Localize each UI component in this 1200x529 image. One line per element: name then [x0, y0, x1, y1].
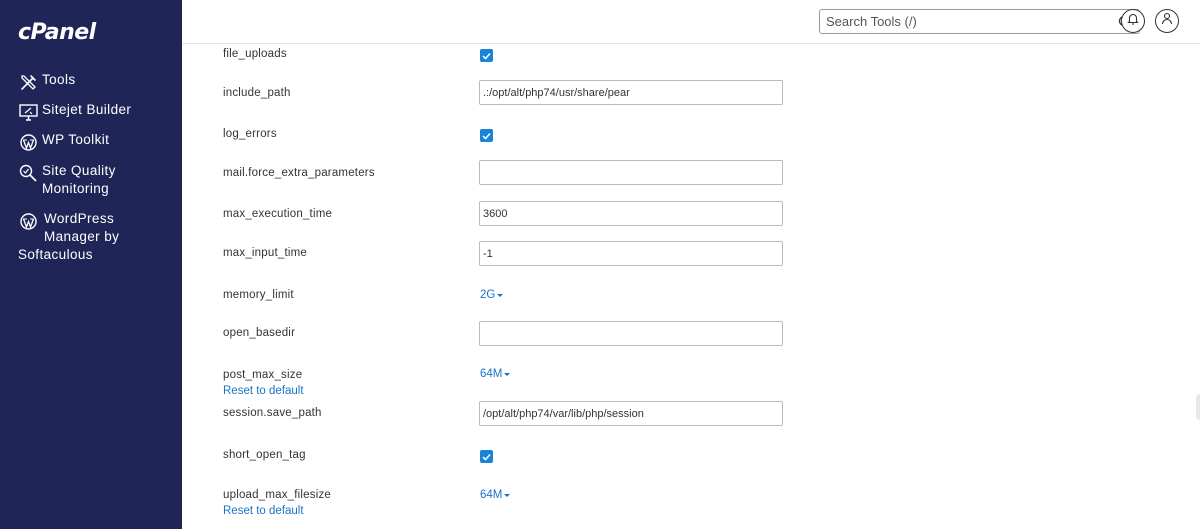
setting-label: short_open_tag: [223, 449, 306, 461]
session-save-path-input[interactable]: [479, 401, 783, 426]
sidebar-item-label: WP Toolkit: [42, 132, 110, 147]
dropdown-value: 2G: [480, 289, 496, 301]
quality-search-icon: [18, 163, 38, 183]
sidebar-item-wordpress-manager[interactable]: WordPress Manager by Softaculous: [0, 210, 131, 264]
sidebar-item-tools[interactable]: Tools: [0, 71, 88, 92]
wordpress-icon: [18, 211, 38, 231]
sidebar-item-wp-toolkit[interactable]: WP Toolkit: [0, 131, 121, 152]
post-max-size-reset-link[interactable]: Reset to default: [223, 385, 304, 397]
sidebar-item-label: WordPress Manager by Softaculous: [18, 210, 120, 264]
search-input[interactable]: [820, 10, 1115, 33]
mail-force-extra-parameters-input[interactable]: [479, 160, 783, 185]
sidebar-item-label-line: Manager by: [44, 229, 120, 244]
sidebar-item-sitejet-builder[interactable]: Sitejet Builder: [0, 101, 143, 122]
user-icon: [1161, 12, 1173, 30]
log-errors-checkbox[interactable]: [480, 129, 493, 142]
setting-label: max_input_time: [223, 247, 307, 259]
checkmark-icon: [482, 52, 491, 60]
notifications-button[interactable]: [1121, 9, 1145, 33]
post-max-size-dropdown[interactable]: 64M: [480, 368, 511, 380]
dropdown-value: 64M: [480, 489, 503, 501]
sidebar-item-label: Site Quality Monitoring: [42, 163, 116, 196]
sidebar-item-label-line: WordPress: [44, 211, 115, 226]
setting-label: max_execution_time: [223, 208, 333, 220]
include-path-input[interactable]: [479, 80, 783, 105]
tools-icon: [18, 72, 38, 92]
monitor-icon: [18, 102, 38, 122]
sidebar: cPanel Tools Sitejet Builder WP Toolkit …: [0, 0, 182, 529]
setting-label: session.save_path: [223, 407, 322, 419]
top-header: [182, 0, 1200, 44]
scroll-handle[interactable]: [1196, 394, 1200, 420]
setting-label: log_errors: [223, 128, 277, 140]
sidebar-item-label-line: Softaculous: [18, 247, 93, 262]
file-uploads-checkbox[interactable]: [480, 49, 493, 62]
cpanel-logo[interactable]: cPanel: [18, 20, 96, 45]
dropdown-value: 64M: [480, 368, 503, 380]
memory-limit-dropdown[interactable]: 2G: [480, 289, 504, 301]
sidebar-item-label: Tools: [42, 72, 76, 87]
setting-label: upload_max_filesize: [223, 489, 332, 501]
open-basedir-input[interactable]: [479, 321, 783, 346]
caret-down-icon: [497, 294, 504, 297]
setting-label: include_path: [223, 87, 291, 99]
wordpress-icon: [18, 132, 38, 152]
sidebar-item-site-quality-monitoring[interactable]: Site Quality Monitoring: [0, 162, 154, 198]
setting-label: mail.force_extra_parameters: [223, 167, 375, 179]
php-settings-list: file_uploads include_path log_errors mai…: [182, 44, 1200, 529]
setting-label: memory_limit: [223, 289, 294, 301]
sidebar-item-label: Sitejet Builder: [42, 102, 132, 117]
checkmark-icon: [482, 453, 491, 461]
user-menu-button[interactable]: [1155, 9, 1179, 33]
max-execution-time-input[interactable]: [479, 201, 783, 226]
setting-label: open_basedir: [223, 327, 296, 339]
caret-down-icon: [504, 373, 511, 376]
bell-icon: [1127, 12, 1139, 30]
setting-label: file_uploads: [223, 48, 287, 60]
checkmark-icon: [482, 132, 491, 140]
search-box: [819, 9, 1140, 34]
short-open-tag-checkbox[interactable]: [480, 450, 493, 463]
caret-down-icon: [504, 494, 511, 497]
upload-max-filesize-dropdown[interactable]: 64M: [480, 489, 511, 501]
upload-max-filesize-reset-link[interactable]: Reset to default: [223, 505, 304, 517]
max-input-time-input[interactable]: [479, 241, 783, 266]
setting-label: post_max_size: [223, 369, 303, 381]
